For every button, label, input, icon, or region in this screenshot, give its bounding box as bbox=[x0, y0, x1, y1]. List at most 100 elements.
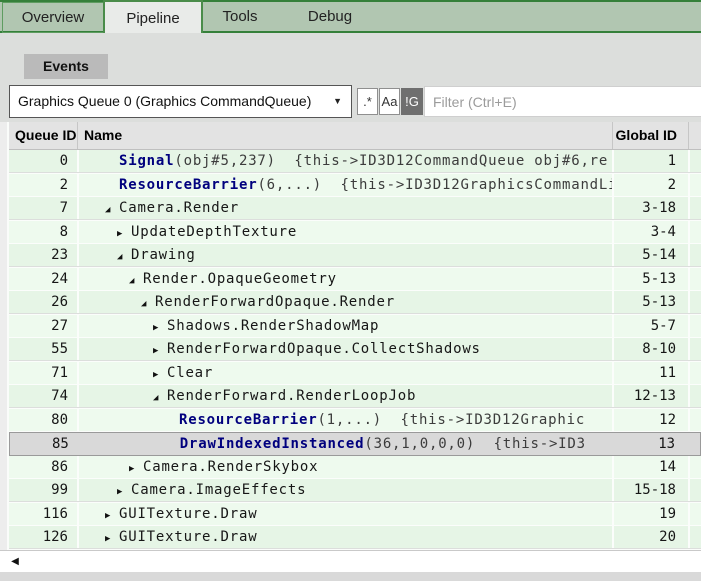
event-name-cell: ◢Drawing bbox=[77, 244, 612, 266]
event-row[interactable]: 23◢Drawing5-14 bbox=[9, 244, 701, 268]
event-row[interactable]: 71 ▶Clear 11 bbox=[9, 362, 701, 386]
event-row[interactable]: 26 ◢RenderForwardOpaque.Render 5-13 bbox=[9, 291, 701, 315]
api-call-details: (obj#5,237) {this->ID3D12CommandQueue ob… bbox=[174, 153, 608, 169]
header-cell-name[interactable]: Name bbox=[77, 122, 612, 149]
event-name-cell: ▶GUITexture.Draw bbox=[77, 526, 612, 548]
expand-arrow-icon[interactable]: ▶ bbox=[153, 317, 167, 337]
row-spacer-cell bbox=[688, 291, 701, 313]
header-cell-global-id[interactable]: Global ID bbox=[612, 122, 688, 149]
events-panel-tab[interactable]: Events bbox=[24, 54, 108, 79]
window-bottom-strip bbox=[0, 572, 701, 581]
expand-arrow-icon[interactable]: ▶ bbox=[153, 364, 167, 384]
api-call-name: Signal bbox=[119, 153, 174, 169]
collapse-arrow-icon[interactable]: ◢ bbox=[117, 246, 131, 266]
api-call-name: ResourceBarrier bbox=[119, 177, 257, 193]
global-id-cell: 1 bbox=[612, 150, 688, 172]
event-row[interactable]: 116▶GUITexture.Draw19 bbox=[9, 503, 701, 527]
expand-arrow-icon[interactable]: ▶ bbox=[153, 340, 167, 360]
case-sensitive-toggle-button[interactable]: Aa bbox=[379, 88, 400, 115]
global-id-cell: 15-18 bbox=[612, 479, 688, 501]
expand-arrow-icon[interactable]: ▶ bbox=[129, 458, 143, 478]
marker-name: Clear bbox=[167, 365, 213, 381]
event-row[interactable]: 126▶GUITexture.Draw20 bbox=[9, 526, 701, 550]
queue-id-cell: 2 bbox=[9, 174, 77, 196]
expand-arrow-icon[interactable]: ▶ bbox=[117, 223, 131, 243]
collapse-arrow-icon[interactable]: ◢ bbox=[105, 199, 119, 219]
queue-id-cell: 85 bbox=[10, 433, 78, 455]
collapse-arrow-icon[interactable]: ◢ bbox=[141, 293, 155, 313]
horizontal-scrollbar[interactable]: ◀ bbox=[0, 550, 701, 572]
global-id-cell: 19 bbox=[612, 503, 688, 525]
header-cell-spacer bbox=[688, 122, 701, 149]
row-spacer-cell bbox=[688, 150, 701, 172]
marker-name: RenderForward.RenderLoopJob bbox=[167, 388, 416, 404]
tab-tools[interactable]: Tools bbox=[195, 2, 285, 31]
global-id-cell: 20 bbox=[612, 526, 688, 548]
event-row[interactable]: 74◢RenderForward.RenderLoopJob12-13 bbox=[9, 385, 701, 409]
global-id-cell: 5-13 bbox=[612, 291, 688, 313]
row-spacer-cell bbox=[688, 197, 701, 219]
event-row[interactable]: 85DrawIndexedInstanced(36,1,0,0,0) {this… bbox=[9, 432, 701, 456]
event-row[interactable]: 86▶Camera.RenderSkybox14 bbox=[9, 456, 701, 480]
event-row[interactable]: 8▶UpdateDepthTexture3-4 bbox=[9, 221, 701, 245]
global-id-cell: 11 bbox=[612, 362, 688, 384]
event-row[interactable]: 24◢Render.OpaqueGeometry5-13 bbox=[9, 268, 701, 292]
global-id-cell: 14 bbox=[612, 456, 688, 478]
row-spacer-cell bbox=[688, 315, 701, 337]
tab-overview[interactable]: Overview bbox=[2, 2, 104, 33]
queue-selector-dropdown[interactable]: Graphics Queue 0 (Graphics CommandQueue)… bbox=[9, 85, 352, 118]
queue-id-cell: 80 bbox=[9, 409, 77, 431]
chevron-down-icon: ▼ bbox=[333, 86, 342, 117]
expand-arrow-icon[interactable]: ▶ bbox=[105, 528, 119, 548]
marker-name: RenderForwardOpaque.Render bbox=[155, 294, 395, 310]
marker-name: Camera.ImageEffects bbox=[131, 482, 306, 498]
event-name-cell: ▶UpdateDepthTexture bbox=[77, 221, 612, 243]
marker-name: RenderForwardOpaque.CollectShadows bbox=[167, 341, 481, 357]
marker-name: GUITexture.Draw bbox=[119, 506, 257, 522]
queue-id-cell: 23 bbox=[9, 244, 77, 266]
row-spacer-cell bbox=[688, 503, 701, 525]
marker-name: Shadows.RenderShadowMap bbox=[167, 318, 379, 334]
queue-id-cell: 24 bbox=[9, 268, 77, 290]
expand-arrow-icon[interactable]: ▶ bbox=[117, 481, 131, 501]
event-row[interactable]: 27▶Shadows.RenderShadowMap5-7 bbox=[9, 315, 701, 339]
queue-id-cell: 8 bbox=[9, 221, 77, 243]
queue-id-cell: 55 bbox=[9, 338, 77, 360]
global-id-cell: 5-7 bbox=[612, 315, 688, 337]
tab-pipeline[interactable]: Pipeline bbox=[103, 0, 203, 33]
row-spacer-cell bbox=[688, 385, 701, 407]
scroll-left-icon[interactable]: ◀ bbox=[8, 551, 22, 572]
global-id-cell: 12-13 bbox=[612, 385, 688, 407]
regex-toggle-button[interactable]: .* bbox=[357, 88, 378, 115]
row-spacer-cell bbox=[688, 479, 701, 501]
row-spacer-cell bbox=[688, 526, 701, 548]
api-call-details: (1,...) {this->ID3D12Graphic bbox=[317, 412, 585, 428]
expand-arrow-icon[interactable]: ▶ bbox=[105, 505, 119, 525]
filter-input[interactable] bbox=[424, 86, 701, 117]
queue-id-cell: 26 bbox=[9, 291, 77, 313]
global-id-cell: 3-18 bbox=[612, 197, 688, 219]
row-spacer-cell bbox=[688, 174, 701, 196]
collapse-arrow-icon[interactable]: ◢ bbox=[153, 387, 167, 407]
queue-id-cell: 71 bbox=[9, 362, 77, 384]
global-id-cell: 13 bbox=[611, 433, 687, 455]
header-cell-queue-id[interactable]: Queue ID bbox=[9, 122, 77, 149]
event-row[interactable]: 80 ResourceBarrier(1,...) {this->ID3D12Gr… bbox=[9, 409, 701, 433]
vertical-scrollbar-track[interactable] bbox=[0, 122, 9, 572]
event-row[interactable]: 99▶Camera.ImageEffects15-18 bbox=[9, 479, 701, 503]
event-name-cell: ▶GUITexture.Draw bbox=[77, 503, 612, 525]
event-row[interactable]: 0Signal(obj#5,237) {this->ID3D12CommandQ… bbox=[9, 150, 701, 174]
collapse-arrow-icon[interactable]: ◢ bbox=[129, 270, 143, 290]
queue-selector-value: Graphics Queue 0 (Graphics CommandQueue) bbox=[18, 93, 311, 109]
tab-debug[interactable]: Debug bbox=[285, 2, 375, 31]
glob-toggle-button[interactable]: !G bbox=[401, 88, 423, 115]
row-spacer-cell bbox=[688, 362, 701, 384]
event-name-cell: Signal(obj#5,237) {this->ID3D12CommandQu… bbox=[77, 150, 612, 172]
global-id-cell: 2 bbox=[612, 174, 688, 196]
api-call-name: ResourceBarrier bbox=[179, 412, 317, 428]
queue-id-cell: 86 bbox=[9, 456, 77, 478]
global-id-cell: 5-14 bbox=[612, 244, 688, 266]
event-row[interactable]: 2ResourceBarrier(6,...) {this->ID3D12Gra… bbox=[9, 174, 701, 198]
event-row[interactable]: 55▶RenderForwardOpaque.CollectShadows8-1… bbox=[9, 338, 701, 362]
event-row[interactable]: 7◢Camera.Render3-18 bbox=[9, 197, 701, 221]
